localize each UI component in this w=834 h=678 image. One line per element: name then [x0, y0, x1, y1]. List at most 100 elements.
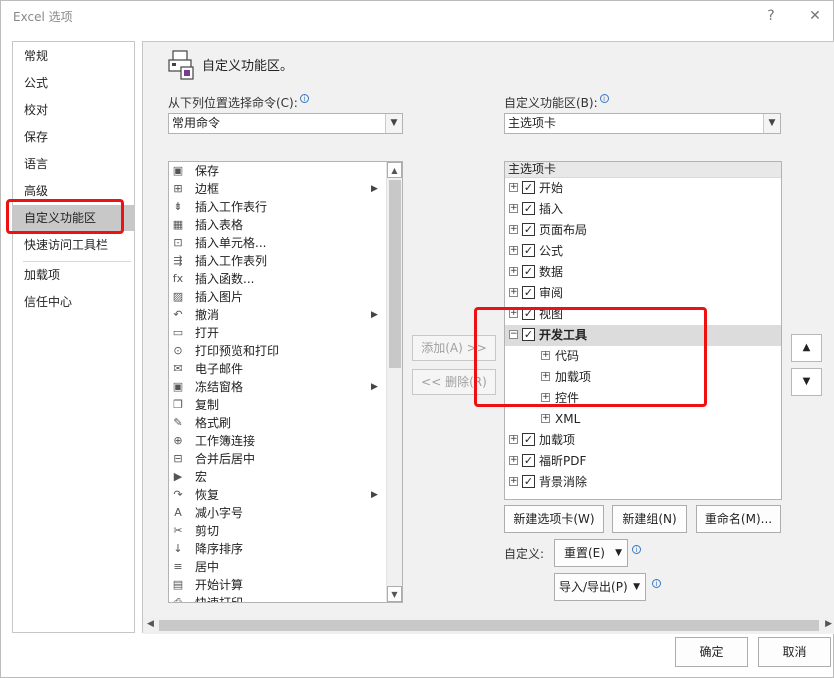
tree-tab-item[interactable]: + ✓ 插入	[505, 199, 781, 220]
tab-checkbox[interactable]: ✓	[522, 265, 535, 278]
scroll-right-icon[interactable]: ▶	[825, 619, 832, 629]
command-list-item[interactable]: ▦ 插入表格	[169, 216, 385, 234]
expand-icon[interactable]: +	[509, 435, 518, 444]
command-list-item[interactable]: ⊞ 边框 ▶	[169, 180, 385, 198]
choose-commands-combo[interactable]: 常用命令 ▼	[168, 113, 403, 134]
close-button[interactable]: ✕	[803, 5, 827, 27]
expand-icon[interactable]: +	[541, 372, 550, 381]
ribbon-tabs-tree[interactable]: 主选项卡 + ✓ 开始 + ✓ 插入 + ✓ 页面布局 + ✓ 公式 + ✓ 数据 + ✓ 审阅 + ✓ 视图 − ✓ 开发工…	[504, 161, 782, 500]
expand-icon[interactable]: +	[541, 414, 550, 423]
tree-group-item[interactable]: + 加载项	[505, 367, 781, 388]
tree-group-item[interactable]: + 控件	[505, 388, 781, 409]
rename-button[interactable]: 重命名(M)...	[696, 505, 781, 533]
tab-checkbox[interactable]: ✓	[522, 328, 535, 341]
tree-tab-item[interactable]: − ✓ 开发工具	[505, 325, 781, 346]
tree-tab-item[interactable]: + ✓ 视图	[505, 304, 781, 325]
command-list-item[interactable]: ✂ 剪切	[169, 522, 385, 540]
command-list-item[interactable]: fx 插入函数...	[169, 270, 385, 288]
content-horizontal-scrollbar[interactable]: ◀ ▶	[143, 617, 834, 634]
commands-list-scrollbar[interactable]: ▲ ▼	[386, 162, 402, 602]
tree-tab-item[interactable]: + ✓ 审阅	[505, 283, 781, 304]
expand-icon[interactable]: +	[509, 246, 518, 255]
command-list-item[interactable]: ✉ 电子邮件	[169, 360, 385, 378]
expand-icon[interactable]: +	[509, 204, 518, 213]
expand-icon[interactable]: +	[509, 456, 518, 465]
nav-item-language[interactable]: 语言	[13, 151, 134, 177]
command-list-item[interactable]: ⊕ 工作簿连接	[169, 432, 385, 450]
tree-tab-item[interactable]: + ✓ 公式	[505, 241, 781, 262]
collapse-icon[interactable]: −	[509, 330, 518, 339]
chevron-down-icon[interactable]: ▼	[385, 114, 402, 133]
tree-tab-item[interactable]: + ✓ 福昕PDF	[505, 451, 781, 472]
expand-icon[interactable]: +	[541, 351, 550, 360]
command-list-item[interactable]: ▣ 冻结窗格 ▶	[169, 378, 385, 396]
scroll-left-icon[interactable]: ◀	[147, 619, 154, 629]
tab-checkbox[interactable]: ✓	[522, 286, 535, 299]
command-list-item[interactable]: ▶ 宏	[169, 468, 385, 486]
command-list-item[interactable]: ▭ 打开	[169, 324, 385, 342]
expand-icon[interactable]: +	[509, 309, 518, 318]
command-list-item[interactable]: ⇶ 插入工作表列	[169, 252, 385, 270]
tree-tab-item[interactable]: + ✓ 页面布局	[505, 220, 781, 241]
remove-button[interactable]: << 删除(R)	[412, 369, 496, 395]
tree-tab-item[interactable]: + ✓ 背景消除	[505, 472, 781, 493]
nav-item-general[interactable]: 常规	[13, 43, 134, 69]
nav-item-save[interactable]: 保存	[13, 124, 134, 150]
help-button[interactable]: ?	[759, 5, 783, 27]
tab-checkbox[interactable]: ✓	[522, 454, 535, 467]
nav-item-add-ins[interactable]: 加载项	[13, 262, 134, 288]
scroll-thumb[interactable]	[159, 620, 819, 631]
command-list-item[interactable]: ▤ 开始计算	[169, 576, 385, 594]
tab-checkbox[interactable]: ✓	[522, 244, 535, 257]
tab-checkbox[interactable]: ✓	[522, 433, 535, 446]
expand-icon[interactable]: +	[541, 393, 550, 402]
import-export-button[interactable]: 导入/导出(P) ▼	[554, 573, 646, 601]
tree-tab-item[interactable]: + ✓ 开始	[505, 178, 781, 199]
expand-icon[interactable]: +	[509, 183, 518, 192]
command-list-item[interactable]: ❐ 复制	[169, 396, 385, 414]
command-list-item[interactable]: ↷ 恢复 ▶	[169, 486, 385, 504]
command-list-item[interactable]: ↓ 降序排序	[169, 540, 385, 558]
reset-button[interactable]: 重置(E) ▼	[554, 539, 628, 567]
scroll-down-icon[interactable]: ▼	[387, 586, 402, 602]
command-list-item[interactable]: ✎ 格式刷	[169, 414, 385, 432]
expand-icon[interactable]: +	[509, 288, 518, 297]
nav-item-trust-center[interactable]: 信任中心	[13, 289, 134, 315]
tab-checkbox[interactable]: ✓	[522, 202, 535, 215]
command-list-item[interactable]: ▣ 保存	[169, 162, 385, 180]
tab-checkbox[interactable]: ✓	[522, 475, 535, 488]
move-up-button[interactable]: ▲	[791, 334, 822, 362]
move-down-button[interactable]: ▼	[791, 368, 822, 396]
expand-icon[interactable]: +	[509, 267, 518, 276]
command-list-item[interactable]: ⊡ 插入单元格...	[169, 234, 385, 252]
nav-item-proofing[interactable]: 校对	[13, 97, 134, 123]
command-list-item[interactable]: ⇟ 插入工作表行	[169, 198, 385, 216]
tree-group-item[interactable]: + XML	[505, 409, 781, 430]
nav-item-formulas[interactable]: 公式	[13, 70, 134, 96]
cancel-button[interactable]: 取消	[758, 637, 831, 667]
customize-ribbon-combo[interactable]: 主选项卡 ▼	[504, 113, 781, 134]
new-tab-button[interactable]: 新建选项卡(W)	[504, 505, 604, 533]
tree-group-item[interactable]: + 代码	[505, 346, 781, 367]
command-list-item[interactable]: ⎙ 快速打印	[169, 594, 385, 602]
nav-item-customize-ribbon[interactable]: 自定义功能区	[13, 205, 134, 231]
tree-tab-item[interactable]: + ✓ 数据	[505, 262, 781, 283]
tab-checkbox[interactable]: ✓	[522, 181, 535, 194]
command-list-item[interactable]: ⊟ 合并后居中	[169, 450, 385, 468]
command-list-item[interactable]: ≡ 居中	[169, 558, 385, 576]
expand-icon[interactable]: +	[509, 225, 518, 234]
scroll-thumb[interactable]	[389, 180, 401, 368]
chevron-down-icon[interactable]: ▼	[763, 114, 780, 133]
command-list-item[interactable]: ⊙ 打印预览和打印	[169, 342, 385, 360]
command-list-item[interactable]: ↶ 撤消 ▶	[169, 306, 385, 324]
nav-item-advanced[interactable]: 高级	[13, 178, 134, 204]
tab-checkbox[interactable]: ✓	[522, 307, 535, 320]
new-group-button[interactable]: 新建组(N)	[612, 505, 687, 533]
add-button[interactable]: 添加(A) >>	[412, 335, 496, 361]
command-list-item[interactable]: ▨ 插入图片	[169, 288, 385, 306]
command-list-item[interactable]: A 减小字号	[169, 504, 385, 522]
tab-checkbox[interactable]: ✓	[522, 223, 535, 236]
commands-list[interactable]: ▣ 保存 ⊞ 边框 ▶ ⇟ 插入工作表行 ▦ 插入表格 ⊡ 插入单元格... ⇶ 插入工作表列 fx 插入函…	[168, 161, 403, 603]
scroll-up-icon[interactable]: ▲	[387, 162, 402, 178]
tree-tab-item[interactable]: + ✓ 加载项	[505, 430, 781, 451]
